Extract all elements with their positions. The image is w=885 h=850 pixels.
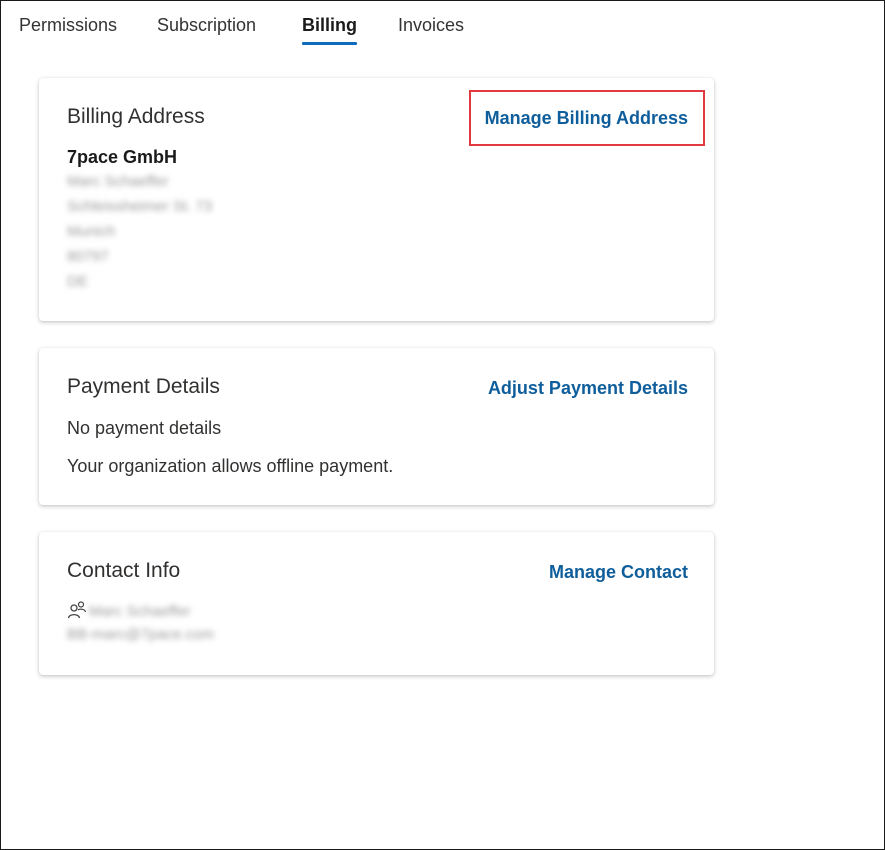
address-line: Munich [67, 223, 116, 240]
manage-contact-link[interactable]: Manage Contact [549, 562, 688, 583]
contact-name: Marc Schaeffer [89, 603, 191, 620]
billing-address-title: Billing Address [67, 105, 205, 128]
contact-info-card: Contact Info Manage Contact Marc Schaeff… [39, 532, 714, 675]
payment-details-card: Payment Details Adjust Payment Details N… [39, 348, 714, 505]
tab-invoices[interactable]: Invoices [398, 15, 464, 42]
adjust-payment-details-link[interactable]: Adjust Payment Details [488, 378, 688, 399]
billing-address-card: Billing Address Manage Billing Address 7… [39, 78, 714, 321]
contact-info-title: Contact Info [67, 559, 181, 582]
tab-billing[interactable]: Billing [302, 15, 357, 45]
address-line: Schleissheimer St. 73 [67, 198, 213, 215]
payment-details-title: Payment Details [67, 375, 220, 398]
company-name: 7pace GmbH [67, 147, 178, 167]
tab-bar: Permissions Subscription Billing Invoice… [1, 1, 884, 51]
contact-email: BB-marc@7pace.com [67, 626, 214, 643]
address-line: 80797 [67, 248, 109, 265]
billing-page: Permissions Subscription Billing Invoice… [0, 0, 885, 850]
address-line: Marc Schaeffer [67, 173, 169, 190]
payment-status: No payment details [67, 418, 222, 438]
payment-note: Your organization allows offline payment… [67, 456, 394, 476]
tab-permissions[interactable]: Permissions [19, 15, 117, 42]
manage-billing-address-link[interactable]: Manage Billing Address [485, 108, 688, 129]
tab-subscription[interactable]: Subscription [157, 15, 256, 42]
address-line: DE [67, 273, 88, 290]
contact-people-icon [67, 601, 87, 619]
